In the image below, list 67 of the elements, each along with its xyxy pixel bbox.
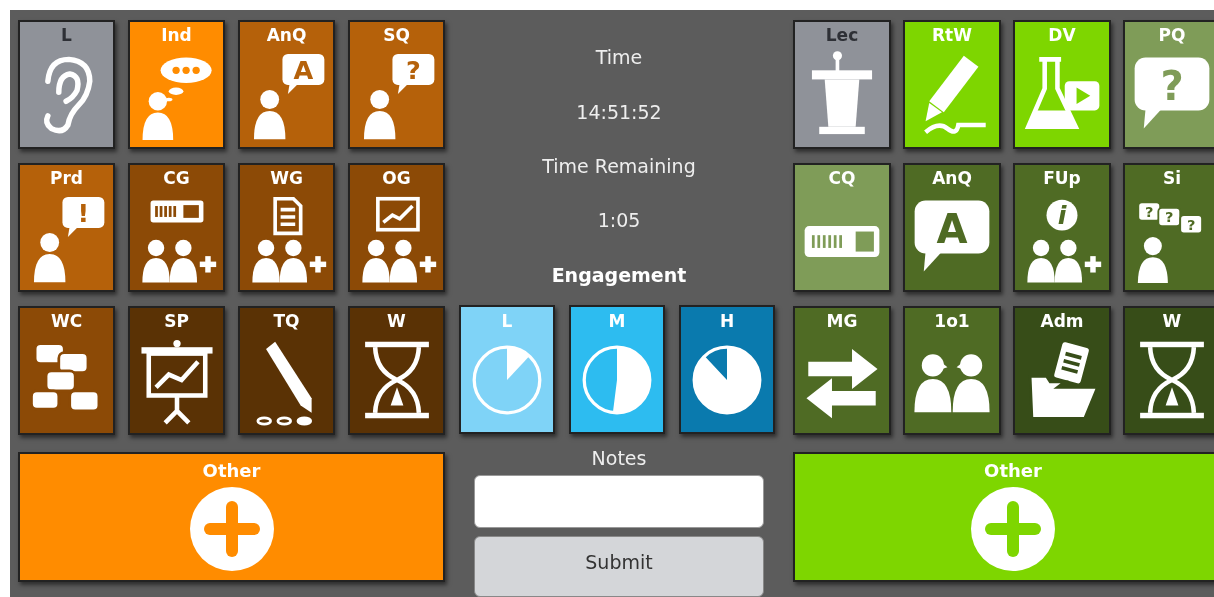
two-people-icon	[914, 354, 990, 413]
hourglass-icon	[364, 341, 429, 419]
activity-tile[interactable]: AnQ A	[903, 163, 1001, 292]
activity-tile[interactable]: SQ ?	[348, 20, 445, 149]
activity-tile[interactable]: CG	[128, 163, 225, 292]
exchange-arrows-icon	[806, 349, 878, 419]
icon-glyph: !	[77, 197, 89, 228]
chat-bubbles-icon	[29, 342, 100, 413]
marker-icon	[924, 55, 986, 135]
chart-group-icon	[361, 196, 436, 283]
presentation-board-icon	[140, 339, 213, 426]
podium-icon	[811, 51, 873, 135]
pencil-icon	[255, 341, 312, 426]
submit-button[interactable]: Submit	[474, 535, 764, 597]
activity-tile[interactable]: WG	[238, 163, 335, 292]
questioning-person-icon	[1137, 201, 1203, 283]
icon-glyph: i	[1057, 200, 1067, 231]
activity-tile[interactable]: WC	[18, 306, 115, 435]
icon-glyph: ?	[1186, 215, 1196, 233]
activity-tile[interactable]: Lec	[793, 20, 891, 149]
icon-glyph: ?	[1160, 63, 1184, 110]
hourglass-icon	[1140, 341, 1204, 419]
pie-icon	[582, 345, 652, 415]
activity-tile[interactable]: AnQ A	[238, 20, 335, 149]
plus-icon	[971, 487, 1055, 571]
time-remaining-label: Time Remaining	[542, 154, 696, 179]
flask-video-icon	[1024, 57, 1100, 130]
activity-tile[interactable]: MG	[793, 306, 891, 435]
plus-icon	[189, 487, 274, 571]
time-label: Time	[595, 45, 643, 71]
icon-glyph: A	[293, 54, 313, 85]
activity-tile[interactable]: 1o1	[903, 306, 1001, 435]
icon-glyph: ?	[1165, 208, 1174, 226]
notes-label: Notes	[591, 446, 647, 471]
thinking-person-icon	[142, 57, 212, 140]
icon-glyph: A	[936, 206, 968, 253]
speech-bubble-icon	[914, 200, 990, 272]
clicker-icon	[804, 226, 880, 258]
engagement-label: Engagement	[551, 263, 687, 289]
time-remaining-value: 1:05	[597, 208, 641, 234]
engagement-tile[interactable]: H	[679, 305, 775, 435]
speech-bubble-icon	[1134, 57, 1210, 129]
ear-icon	[43, 56, 92, 134]
clicker-group-icon	[141, 200, 216, 283]
activity-tile[interactable]: FUp i	[1013, 163, 1111, 292]
speaking-person-icon	[33, 196, 104, 283]
notes-field[interactable]	[474, 475, 764, 528]
activity-tile[interactable]: L	[18, 20, 115, 149]
activity-tile[interactable]: Si ? ? ?	[1123, 163, 1214, 292]
clock-time: 14:51:52	[576, 99, 662, 125]
speaking-person-icon	[253, 53, 324, 140]
activity-tile[interactable]: PQ ?	[1123, 20, 1214, 149]
pie-icon	[692, 345, 762, 415]
pie-icon	[472, 345, 542, 415]
icon-glyph: ?	[1145, 202, 1154, 220]
document-group-icon	[251, 196, 326, 283]
activity-tile[interactable]: SP	[128, 306, 225, 435]
icon-glyph: ?	[405, 54, 421, 85]
info-group-icon	[1027, 199, 1102, 283]
activity-tile[interactable]: Adm	[1013, 306, 1111, 435]
activity-tile[interactable]: OG	[348, 163, 445, 292]
activity-tile[interactable]: W	[348, 306, 445, 435]
activity-tile[interactable]: W	[1123, 306, 1214, 435]
speaking-person-icon	[363, 53, 434, 140]
activity-tile[interactable]: TQ	[238, 306, 335, 435]
activity-tile[interactable]: CQ	[793, 163, 891, 292]
activity-tile[interactable]: Prd !	[18, 163, 115, 292]
